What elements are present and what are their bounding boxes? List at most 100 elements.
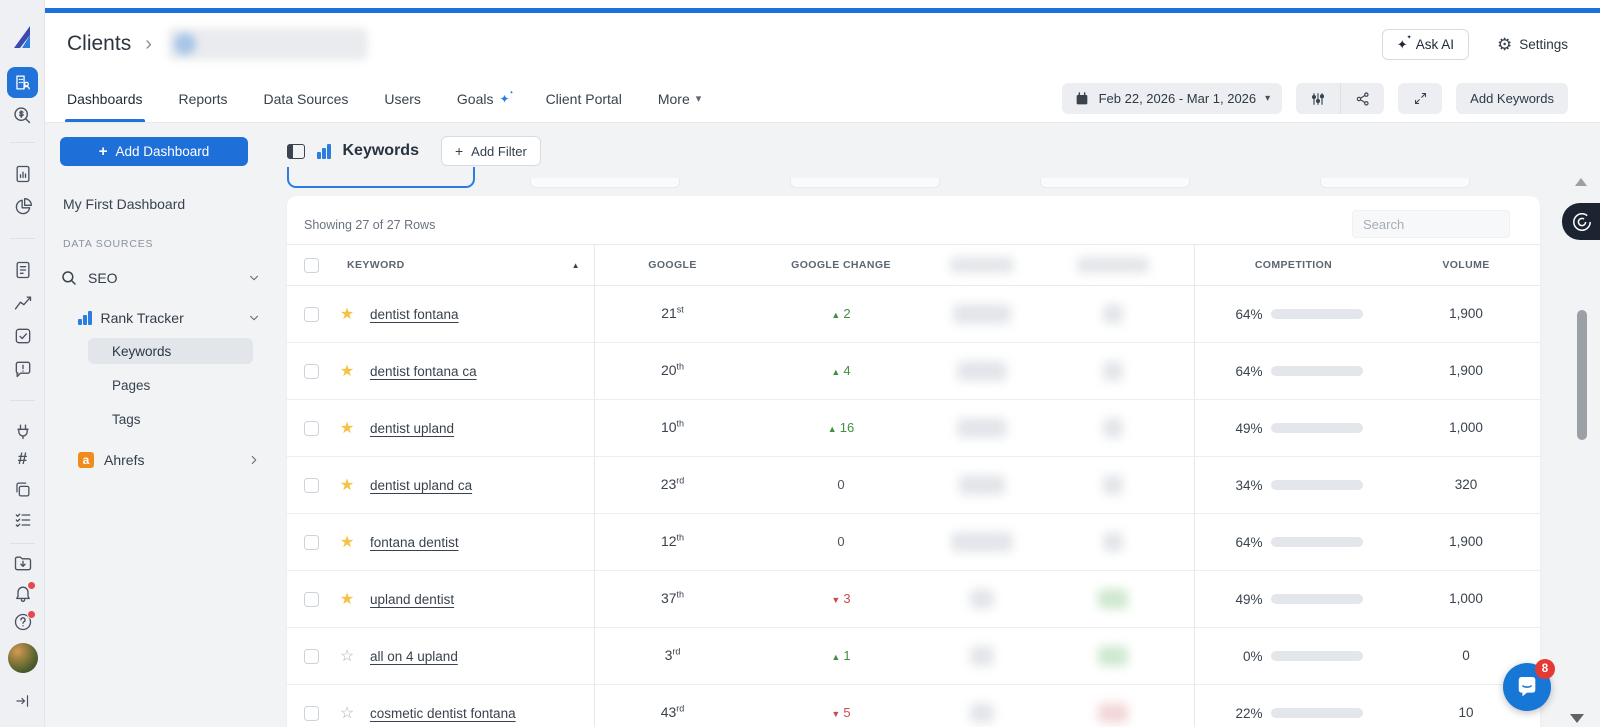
toggle-sidebar-icon[interactable] xyxy=(287,144,305,159)
row-checkbox[interactable] xyxy=(304,421,319,436)
feedback-icon[interactable] xyxy=(0,359,45,379)
integrations-plug-icon[interactable] xyxy=(0,421,45,441)
sidebar-item-tags[interactable]: Tags xyxy=(100,406,265,432)
keyword-link[interactable]: cosmetic dentist fontana xyxy=(370,706,516,721)
row-checkbox[interactable] xyxy=(304,535,319,550)
sidebar-item-keywords[interactable]: Keywords xyxy=(88,338,253,364)
ask-ai-button[interactable]: ✦ Ask AI xyxy=(1382,29,1469,60)
add-keywords-button[interactable]: Add Keywords xyxy=(1456,83,1568,114)
widget-tab-clipped[interactable] xyxy=(530,178,680,188)
row-checkbox[interactable] xyxy=(304,706,319,721)
star-outline-icon[interactable]: ☆ xyxy=(332,646,362,666)
scrollbar-down-arrow[interactable] xyxy=(1570,714,1584,723)
volume-value: 1,900 xyxy=(1449,306,1483,321)
row-checkbox[interactable] xyxy=(304,478,319,493)
add-filter-button[interactable]: + Add Filter xyxy=(441,136,541,166)
tab-reports[interactable]: Reports xyxy=(179,75,228,122)
hashtag-icon[interactable]: # xyxy=(0,450,45,467)
star-filled-icon[interactable]: ★ xyxy=(332,589,362,609)
scrollbar-thumb[interactable] xyxy=(1577,310,1587,440)
competition-percent: 22% xyxy=(1225,706,1263,721)
pie-chart-icon[interactable] xyxy=(0,197,45,217)
select-all-checkbox[interactable] xyxy=(304,258,319,273)
collapse-rail-icon[interactable] xyxy=(0,692,45,710)
notification-dot xyxy=(27,581,36,590)
analytics-icon[interactable] xyxy=(0,293,45,313)
scrollbar-up-arrow[interactable] xyxy=(1575,178,1587,186)
seo-search-icon[interactable] xyxy=(0,105,45,126)
tab-client-portal[interactable]: Client Portal xyxy=(546,75,622,122)
chat-launcher-button[interactable]: 8 xyxy=(1503,663,1551,711)
column-header-google-change[interactable]: GOOGLE CHANGE xyxy=(750,259,932,271)
date-range-picker[interactable]: Feb 22, 2026 - Mar 1, 2026 ▾ xyxy=(1062,83,1283,114)
copy-pages-icon[interactable] xyxy=(0,480,45,499)
sidebar-item-seo[interactable]: SEO xyxy=(60,266,265,290)
keyword-link[interactable]: dentist upland xyxy=(370,421,454,436)
breadcrumb-clients[interactable]: Clients xyxy=(67,32,131,56)
widget-tab-clipped[interactable] xyxy=(1320,178,1470,188)
sidebar-item-rank-tracker[interactable]: Rank Tracker xyxy=(78,306,265,330)
sidebar-item-ahrefs[interactable]: a Ahrefs xyxy=(78,448,265,472)
star-filled-icon[interactable]: ★ xyxy=(332,532,362,552)
column-header-volume[interactable]: VOLUME xyxy=(1392,259,1540,271)
reports-icon[interactable] xyxy=(0,164,45,184)
column-header-google[interactable]: GOOGLE xyxy=(595,259,750,271)
sort-ascending-icon[interactable]: ▲ xyxy=(572,261,580,270)
tasks-icon[interactable] xyxy=(0,326,45,346)
user-avatar[interactable] xyxy=(0,643,45,673)
volume-value: 1,900 xyxy=(1449,534,1483,549)
table-row: ★ upland dentist 37th ▼3 49% 1,000 xyxy=(287,571,1540,628)
chat-bubble-icon xyxy=(1515,676,1539,698)
star-filled-icon[interactable]: ★ xyxy=(332,418,362,438)
clients-nav-icon[interactable] xyxy=(0,67,45,98)
keyword-link[interactable]: dentist upland ca xyxy=(370,478,472,493)
help-icon[interactable] xyxy=(0,612,45,632)
star-filled-icon[interactable]: ★ xyxy=(332,475,362,495)
add-dashboard-button[interactable]: + Add Dashboard xyxy=(60,137,248,166)
column-header-keyword[interactable]: KEYWORD xyxy=(347,259,405,271)
settings-button[interactable]: ⚙ Settings xyxy=(1497,36,1568,53)
notifications-bell-icon[interactable] xyxy=(0,583,45,603)
tab-more[interactable]: More▾ xyxy=(658,75,701,122)
star-filled-icon[interactable]: ★ xyxy=(332,361,362,381)
row-checkbox[interactable] xyxy=(304,592,319,607)
volume-value: 320 xyxy=(1455,477,1478,492)
checklist-icon[interactable] xyxy=(0,510,45,530)
widget-tab-clipped[interactable] xyxy=(790,178,940,188)
column-settings-button[interactable] xyxy=(1296,83,1340,114)
date-range-label: Feb 22, 2026 - Mar 1, 2026 xyxy=(1099,91,1257,106)
active-widget-tab-clipped[interactable] xyxy=(287,167,475,188)
tab-goals[interactable]: Goals✦ xyxy=(457,75,510,122)
table-search-input[interactable] xyxy=(1352,210,1510,238)
keyword-link[interactable]: dentist fontana ca xyxy=(370,364,477,379)
client-name-redacted[interactable] xyxy=(168,28,368,60)
star-filled-icon[interactable]: ★ xyxy=(332,304,362,324)
notes-icon[interactable] xyxy=(0,260,45,280)
redacted-cell xyxy=(970,703,994,723)
tab-dashboards[interactable]: Dashboards xyxy=(67,75,143,122)
redacted-cell xyxy=(970,646,994,666)
share-button[interactable] xyxy=(1340,83,1384,114)
rail-divider xyxy=(10,400,35,401)
keyword-link[interactable]: dentist fontana xyxy=(370,307,459,322)
tab-data-sources[interactable]: Data Sources xyxy=(264,75,349,122)
sidebar-item-pages[interactable]: Pages xyxy=(100,372,265,398)
keyword-link[interactable]: all on 4 upland xyxy=(370,649,458,664)
sidebar-item-my-first-dashboard[interactable]: My First Dashboard xyxy=(63,196,265,212)
share-icon xyxy=(1355,91,1371,107)
brand-logo[interactable] xyxy=(0,24,45,50)
row-checkbox[interactable] xyxy=(304,649,319,664)
row-checkbox[interactable] xyxy=(304,307,319,322)
row-checkbox[interactable] xyxy=(304,364,319,379)
tab-users[interactable]: Users xyxy=(384,75,421,122)
import-folder-icon[interactable] xyxy=(0,553,45,573)
widget-tab-clipped[interactable] xyxy=(1040,178,1190,188)
keyword-link[interactable]: fontana dentist xyxy=(370,535,459,550)
keyword-link[interactable]: upland dentist xyxy=(370,592,454,607)
star-outline-icon[interactable]: ☆ xyxy=(332,703,362,723)
fullscreen-button[interactable] xyxy=(1398,83,1442,114)
chevron-down-icon xyxy=(247,311,261,325)
feedback-side-widget[interactable] xyxy=(1562,203,1600,240)
column-header-competition[interactable]: COMPETITION xyxy=(1195,259,1392,271)
widget-header: Keywords + Add Filter xyxy=(287,136,1540,166)
